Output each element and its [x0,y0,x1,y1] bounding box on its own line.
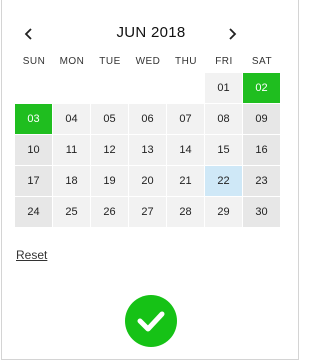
day-cell-19[interactable]: 19 [91,166,128,196]
empty-day-cell [15,73,52,103]
month-title: JUN 2018 [116,24,186,41]
day-cell-02[interactable]: 02 [243,73,280,103]
day-cell-01[interactable]: 01 [205,73,242,103]
day-cell-10[interactable]: 10 [15,135,52,165]
day-grid: 01 02 03 04 05 06 07 08 09 10 11 12 13 14 15 16 17 18 19 20… [15,73,283,233]
reset-link[interactable]: Reset [16,248,47,262]
day-cell-20[interactable]: 20 [129,166,166,196]
day-cell-13[interactable]: 13 [129,135,166,165]
empty-day-cell [129,73,166,103]
day-cell-04[interactable]: 04 [53,104,90,134]
calendar-header: JUN 2018 [0,18,302,50]
weekday-label: SAT [251,56,273,67]
day-cell-30[interactable]: 30 [243,197,280,227]
day-cell-07[interactable]: 07 [167,104,204,134]
empty-day-cell [53,73,90,103]
day-cell-11[interactable]: 11 [53,135,90,165]
day-cell-24[interactable]: 24 [15,197,52,227]
day-cell-17[interactable]: 17 [15,166,52,196]
day-cell-23[interactable]: 23 [243,166,280,196]
day-cell-27[interactable]: 27 [129,197,166,227]
day-cell-29[interactable]: 29 [205,197,242,227]
weekday-label: TUE [99,56,121,67]
weekday-label: THU [174,56,198,67]
weekday-label: SUN [22,56,46,67]
confirm-button[interactable] [125,295,177,347]
day-cell-22[interactable]: 22 [205,166,242,196]
weekday-label: MON [59,56,85,67]
weekday-label: WED [135,56,161,67]
day-cell-21[interactable]: 21 [167,166,204,196]
next-month-button[interactable] [220,18,244,50]
empty-day-cell [167,73,204,103]
day-cell-03[interactable]: 03 [15,104,52,134]
day-cell-28[interactable]: 28 [167,197,204,227]
day-cell-12[interactable]: 12 [91,135,128,165]
weekday-label: FRI [215,56,233,67]
day-cell-18[interactable]: 18 [53,166,90,196]
day-cell-25[interactable]: 25 [53,197,90,227]
day-cell-09[interactable]: 09 [243,104,280,134]
chevron-right-icon [229,28,237,40]
day-cell-15[interactable]: 15 [205,135,242,165]
day-cell-05[interactable]: 05 [91,104,128,134]
weekday-header-row: SUN MON TUE WED THU FRI SAT [15,56,281,72]
day-cell-14[interactable]: 14 [167,135,204,165]
day-cell-26[interactable]: 26 [91,197,128,227]
day-cell-06[interactable]: 06 [129,104,166,134]
day-cell-16[interactable]: 16 [243,135,280,165]
checkmark-icon [137,311,165,332]
empty-day-cell [91,73,128,103]
day-cell-08[interactable]: 08 [205,104,242,134]
